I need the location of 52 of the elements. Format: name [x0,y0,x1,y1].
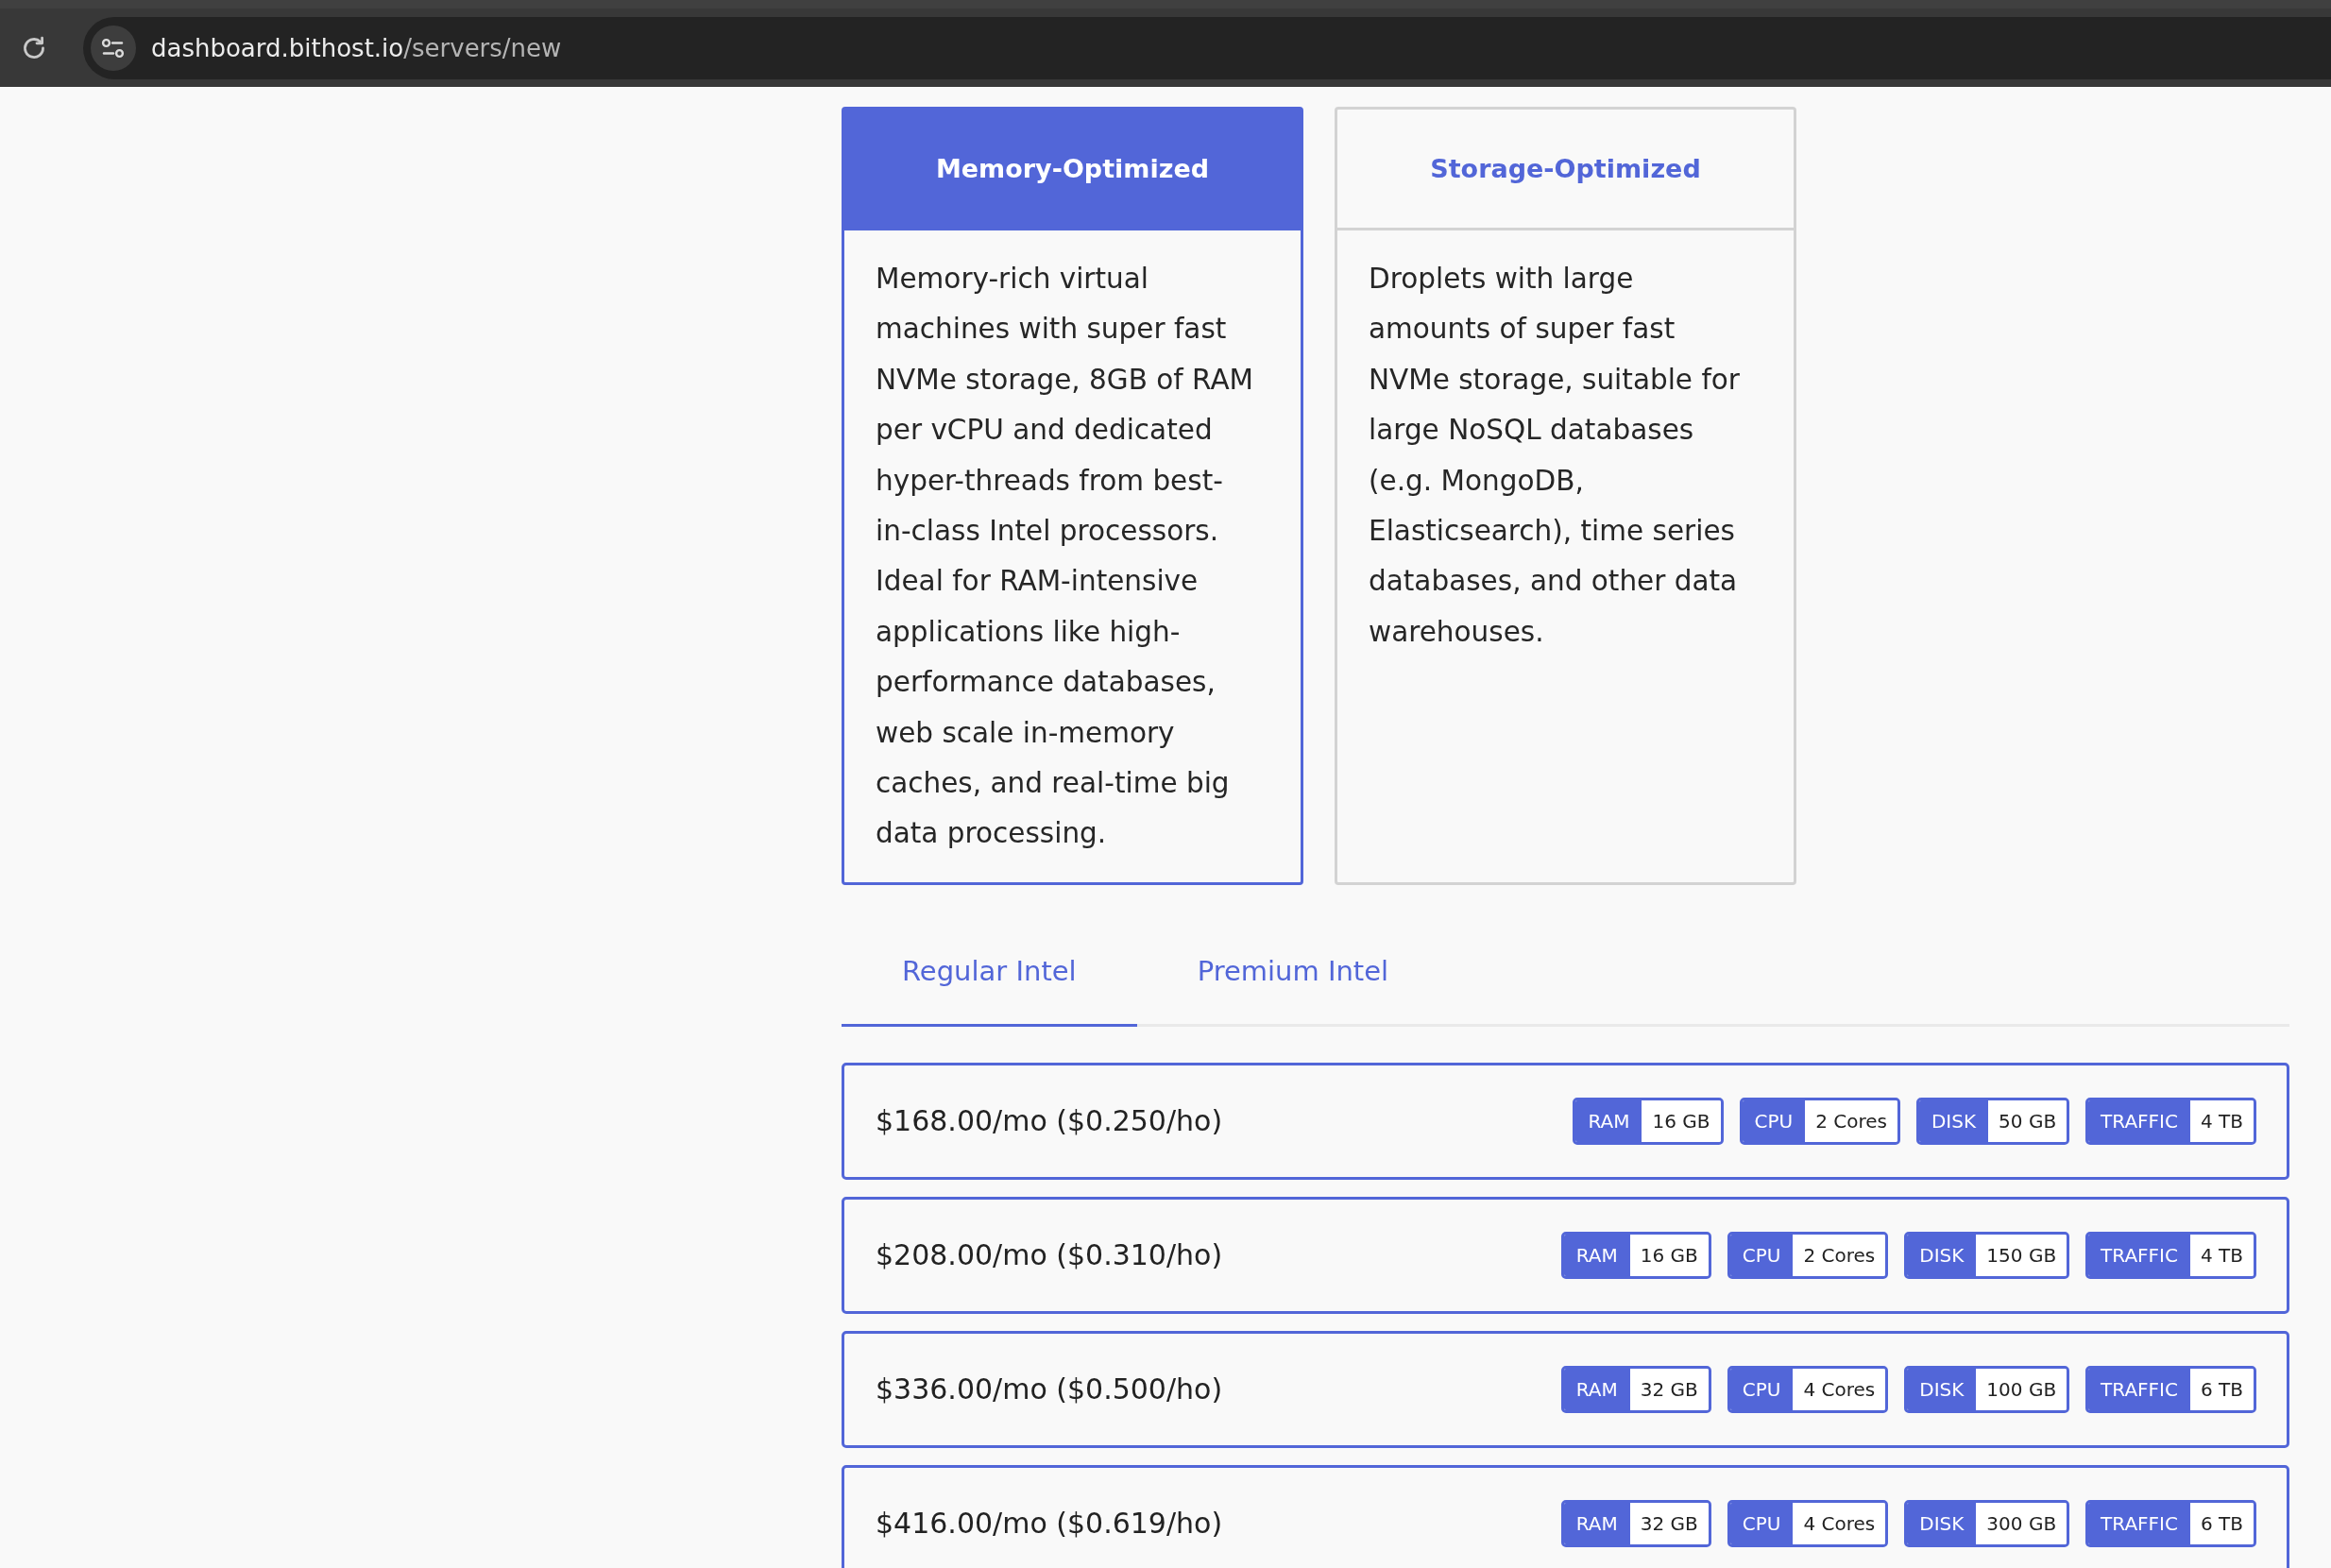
card-description: Droplets with large amounts of super fast NVMe storage, suitable for large NoSQL databases (e.g. MongoDB, Elasticsearch), time series databases, and other data warehouses. [1369,262,1741,650]
plan-price: $416.00/mo ($0.619/ho) [876,1507,1223,1541]
spec-label: DISK [1907,1502,1977,1544]
spec-label: DISK [1907,1234,1977,1276]
tab[interactable]: Regular Intel [842,922,1137,1027]
spec-value: 6 TB [2189,1368,2254,1410]
spec-value: 300 GB [1976,1502,2067,1544]
spec-value: 4 Cores [1793,1502,1886,1544]
card-description: Memory-rich virtual machines with super fast NVMe storage, 8GB of RAM per vCPU and dedicated hyper-threads from best-in-class Intel processors. Ideal for RAM-intensive applications like high-performance databases, web scale in-memory caches, and real-time big data processing. [876,262,1255,852]
url-text: dashboard.bithost.io/servers/new [151,33,562,62]
reload-icon[interactable] [21,34,47,61]
spec-value: 32 GB [1629,1368,1709,1410]
card-title: Storage-Optimized [1337,110,1794,230]
spec-value: 50 GB [1988,1099,2067,1142]
spec-value: 16 GB [1642,1099,1721,1142]
spec-label: TRAFFIC [2088,1234,2190,1276]
spec-label: DISK [1907,1368,1977,1410]
spec-value: 32 GB [1629,1502,1709,1544]
spec-label: CPU [1742,1099,1806,1142]
plan-option[interactable]: $336.00/mo ($0.500/ho) RAM 32 GB CPU 4 Cores DISK 100 GB TRAFFIC 6 TB [842,1330,2289,1448]
spec-label: TRAFFIC [2088,1368,2190,1410]
spec-value: 4 TB [2189,1234,2254,1276]
category-card[interactable] [842,107,1303,885]
spec-value: 6 TB [2189,1502,2254,1544]
spec-label: RAM [1563,1502,1630,1544]
plan-option[interactable]: $168.00/mo ($0.250/ho) RAM 16 GB CPU 2 Cores DISK 50 GB TRAFFIC 4 TB [842,1062,2289,1180]
sliders-icon[interactable] [91,25,136,71]
spec-label: RAM [1563,1368,1630,1410]
spec-label: TRAFFIC [2088,1099,2190,1142]
plan-price: $336.00/mo ($0.500/ho) [876,1372,1223,1406]
spec-label: DISK [1918,1099,1989,1142]
card-title: Memory-Optimized [844,110,1301,230]
spec-value: 150 GB [1976,1234,2067,1276]
spec-label: RAM [1563,1234,1630,1276]
spec-label: CPU [1729,1502,1794,1544]
spec-label: CPU [1729,1368,1794,1410]
spec-label: CPU [1729,1234,1794,1276]
spec-label: RAM [1575,1099,1642,1142]
plan-price: $168.00/mo ($0.250/ho) [876,1104,1223,1138]
plan-price: $208.00/mo ($0.310/ho) [876,1238,1223,1272]
spec-value: 4 Cores [1793,1368,1886,1410]
plan-option[interactable]: $208.00/mo ($0.310/ho) RAM 16 GB CPU 2 Cores DISK 150 GB TRAFFIC 4 TB [842,1196,2289,1314]
spec-value: 16 GB [1629,1234,1709,1276]
spec-label: TRAFFIC [2088,1502,2190,1544]
address-bar[interactable]: dashboard.bithost.io/servers/new [83,16,2331,79]
spec-value: 4 TB [2189,1099,2254,1142]
category-card[interactable]: Storage-Optimized Droplets with large amounts of super fast NVMe storage, suitable for large NoSQL databases (e.g. MongoDB, Elasticsearch), time series databases, and other data warehouses. [1335,107,1796,885]
spec-value: 100 GB [1976,1368,2067,1410]
tab[interactable]: Premium Intel [1136,922,1450,1027]
spec-value: 2 Cores [1805,1099,1897,1142]
spec-value: 2 Cores [1793,1234,1886,1276]
plan-option[interactable]: $416.00/mo ($0.619/ho) RAM 32 GB CPU 4 Cores DISK 300 GB TRAFFIC 6 TB [842,1464,2289,1568]
